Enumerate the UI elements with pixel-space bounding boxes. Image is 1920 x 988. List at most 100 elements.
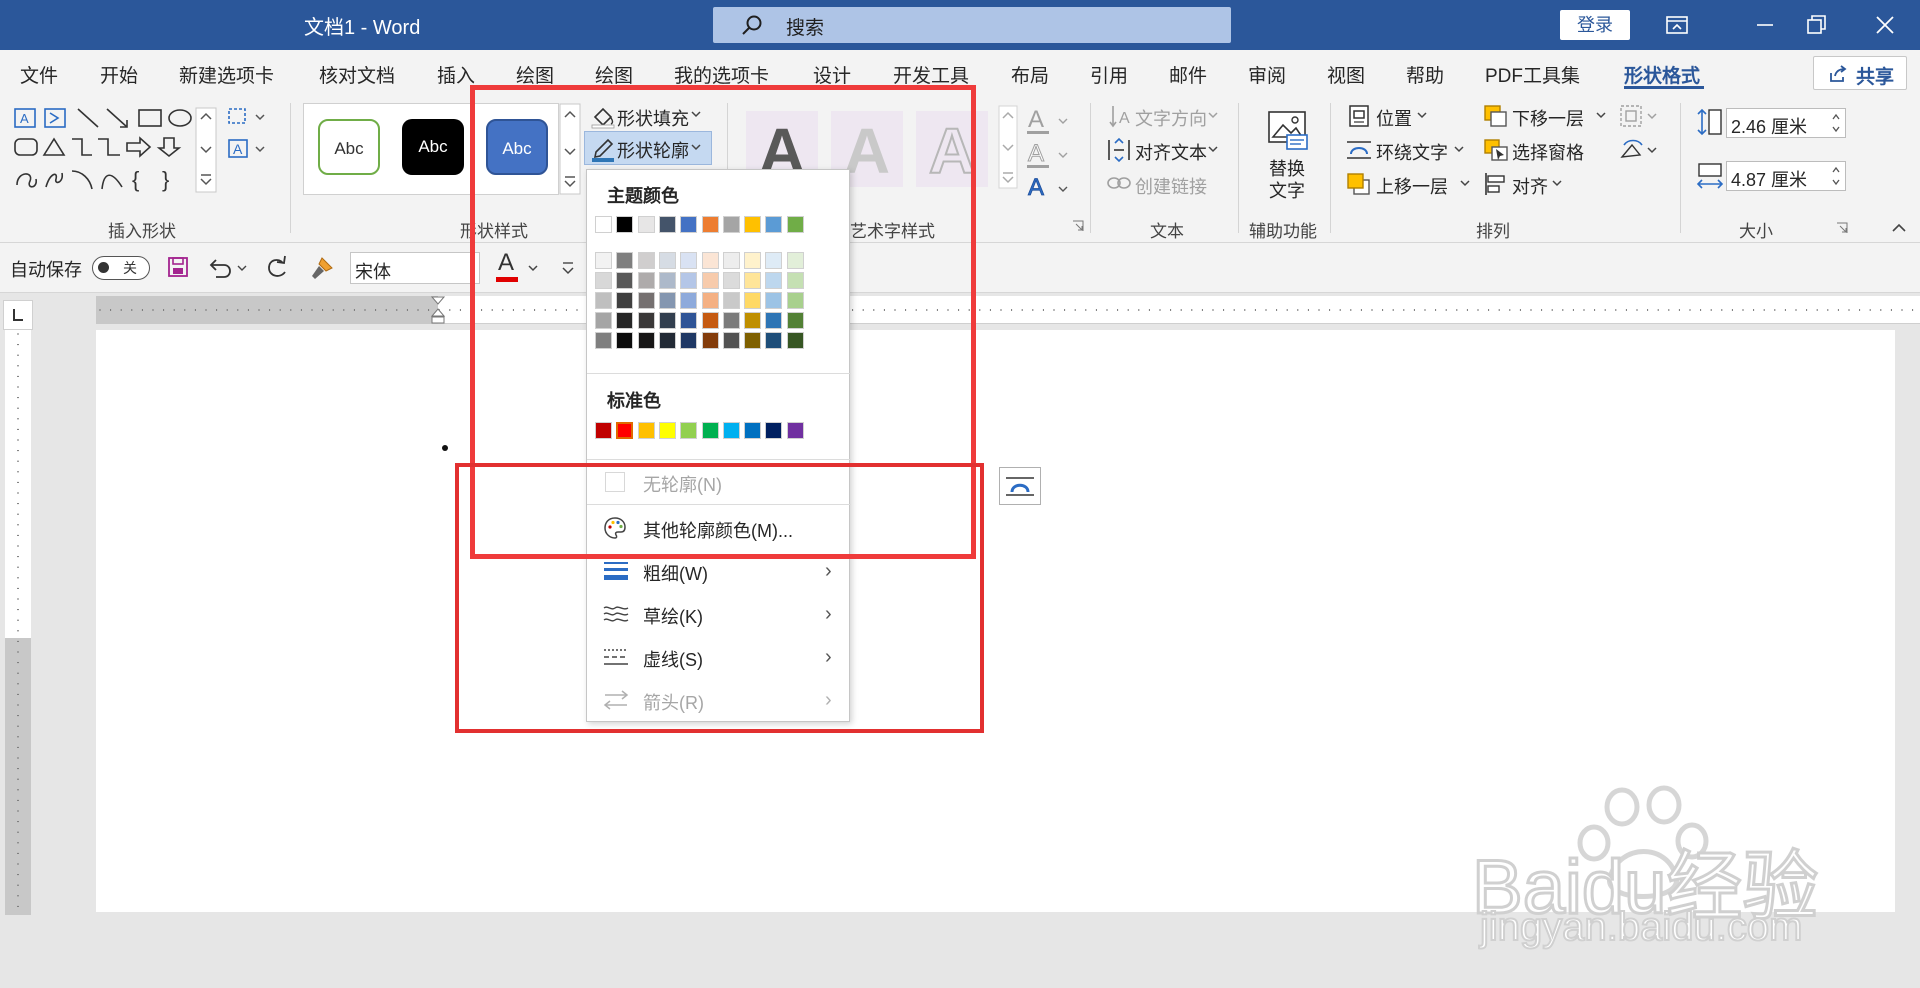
tab-mailings[interactable]: 邮件 (1169, 61, 1207, 88)
send-backward-icon (1484, 105, 1507, 127)
tab-design[interactable]: 设计 (813, 61, 851, 88)
shapes-gallery[interactable]: A { } (12, 105, 208, 197)
undo-icon[interactable] (206, 255, 250, 281)
tab-review[interactable]: 审阅 (1248, 61, 1286, 88)
shape-height-icon (1697, 108, 1722, 136)
text-direction-button[interactable]: 文字方向 (1135, 105, 1207, 131)
tab-references[interactable]: 引用 (1090, 61, 1128, 88)
bring-forward-button[interactable]: 上移一层 (1376, 173, 1448, 199)
vertical-ruler[interactable] (5, 330, 31, 915)
svg-text:A: A (1119, 110, 1130, 127)
alt-text-label-line2[interactable]: 文字 (1269, 177, 1305, 203)
horizontal-ruler[interactable] (96, 296, 1920, 324)
shape-width-input[interactable]: 4.87 厘米 (1726, 161, 1846, 191)
tab-view[interactable]: 视图 (1327, 61, 1365, 88)
tab-file[interactable]: 文件 (20, 61, 58, 88)
draw-text-box-icon[interactable]: A (226, 137, 270, 161)
align-text-button[interactable]: 对齐文本 (1135, 139, 1207, 165)
share-icon (1830, 65, 1847, 82)
group-objects-icon[interactable] (1618, 103, 1662, 129)
close-icon[interactable] (1872, 12, 1898, 38)
restore-icon[interactable] (1803, 12, 1829, 38)
search-placeholder: 搜索 (786, 18, 825, 39)
tab-help[interactable]: 帮助 (1406, 61, 1444, 88)
tab-insert[interactable]: 插入 (437, 61, 475, 88)
wrap-text-button[interactable]: 环绕文字 (1376, 139, 1448, 165)
wrap-text-icon (1347, 141, 1371, 159)
tab-selector[interactable] (3, 300, 33, 330)
send-backward-button[interactable]: 下移一层 (1512, 105, 1584, 131)
group-label-accessibility: 辅助功能 (1249, 222, 1317, 241)
ribbon-display-options-icon[interactable] (1664, 12, 1690, 38)
edit-shape-icon[interactable] (226, 105, 270, 129)
indent-marker-icon[interactable] (428, 296, 448, 324)
send-backward-chevron-down-icon[interactable] (1594, 108, 1608, 122)
wordart-styles-scroll[interactable] (998, 105, 1018, 189)
tab-review-doc[interactable]: 核对文档 (319, 61, 395, 88)
highlight-box-lower (455, 463, 984, 733)
align-text-chevron-down-icon[interactable] (1206, 142, 1220, 156)
group-label-insert-shapes: 插入形状 (108, 222, 176, 241)
minimize-icon[interactable] (1752, 12, 1778, 38)
shape-height-input[interactable]: 2.46 厘米 (1726, 108, 1846, 138)
align-chevron-down-icon[interactable] (1550, 176, 1564, 190)
save-icon[interactable] (166, 255, 190, 279)
height-spin-arrows-icon[interactable] (1830, 111, 1842, 135)
wrap-text-chevron-down-icon[interactable] (1452, 142, 1466, 156)
create-link-button[interactable]: 创建链接 (1135, 173, 1207, 199)
font-name-input[interactable]: 宋体 (350, 252, 480, 284)
tab-pdf-tools[interactable]: PDF工具集 (1485, 61, 1580, 88)
search-icon (742, 15, 762, 35)
active-tab-indicator (1624, 86, 1704, 89)
position-icon (1349, 105, 1369, 127)
svg-text:A: A (1028, 106, 1044, 133)
svg-text:A: A (20, 111, 29, 126)
tab-developer[interactable]: 开发工具 (893, 61, 969, 88)
width-spin-arrows-icon[interactable] (1830, 164, 1842, 188)
bring-forward-icon (1347, 173, 1370, 195)
selection-pane-button[interactable]: 选择窗格 (1512, 139, 1584, 165)
wordart-dialog-launcher-icon[interactable] (1072, 220, 1084, 232)
position-chevron-down-icon[interactable] (1415, 108, 1429, 122)
login-button[interactable]: 登录 (1560, 10, 1630, 40)
shape-width-value: 4.87 厘米 (1731, 170, 1808, 190)
tab-draw-2[interactable]: 绘图 (595, 61, 633, 88)
size-dialog-launcher-icon[interactable] (1836, 222, 1848, 234)
text-fill-outline-effects-icons[interactable]: A A A (1025, 103, 1071, 203)
layout-options-button[interactable] (999, 467, 1041, 505)
rotate-icon[interactable] (1618, 137, 1662, 163)
shapes-gallery-scroll[interactable] (195, 107, 217, 193)
collapse-ribbon-chevron-up-icon[interactable] (1890, 221, 1908, 235)
shape-anchor-dot (442, 445, 448, 451)
watermark-url: jingyan.baidu.com (1479, 904, 1803, 950)
bring-forward-chevron-down-icon[interactable] (1458, 176, 1472, 190)
align-objects-icon (1485, 173, 1505, 195)
tab-layout[interactable]: 布局 (1011, 61, 1049, 88)
tab-home[interactable]: 开始 (100, 61, 138, 88)
autosave-toggle[interactable]: 关 (92, 256, 150, 280)
format-painter-icon[interactable] (308, 254, 336, 282)
shape-style-black[interactable]: Abc (402, 119, 464, 175)
link-icon (1107, 177, 1131, 189)
svg-text:A: A (233, 141, 243, 157)
svg-text:A: A (1028, 174, 1044, 201)
shape-style-outline-green[interactable]: Abc (318, 119, 380, 175)
shape-height-value: 2.46 厘米 (1731, 117, 1808, 137)
tab-new-tab[interactable]: 新建选项卡 (179, 61, 274, 88)
group-label-size: 大小 (1739, 222, 1773, 241)
search-box[interactable]: 搜索 (713, 7, 1231, 43)
tab-shape-format[interactable]: 形状格式 (1624, 61, 1700, 88)
tab-draw-1[interactable]: 绘图 (516, 61, 554, 88)
text-direction-icon: A (1109, 106, 1130, 128)
shape-width-icon (1696, 163, 1724, 189)
svg-text:A: A (1028, 140, 1044, 167)
group-label-arrange: 排列 (1476, 222, 1510, 241)
document-title: 文档1 - Word (304, 17, 421, 39)
tab-my-tab[interactable]: 我的选项卡 (674, 61, 769, 88)
position-button[interactable]: 位置 (1376, 105, 1412, 131)
svg-text:}: } (162, 167, 169, 192)
align-button[interactable]: 对齐 (1512, 173, 1548, 199)
redo-icon[interactable] (264, 255, 290, 281)
share-button[interactable]: 共享 (1813, 56, 1907, 90)
text-direction-chevron-down-icon[interactable] (1206, 108, 1220, 122)
